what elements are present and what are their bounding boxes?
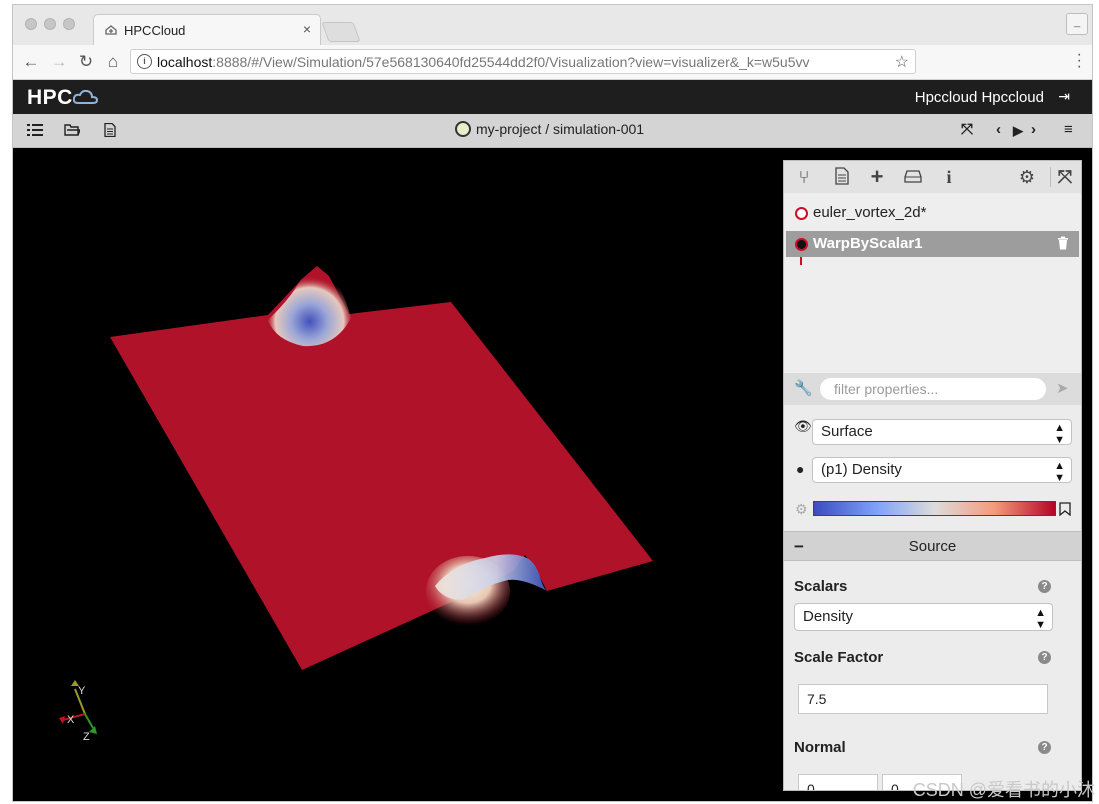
apply-send-icon[interactable]: ➤ [1056,379,1069,397]
svg-text:Z: Z [83,731,90,743]
cloud-logo-icon [72,89,98,104]
help-icon[interactable]: ? [1038,741,1051,754]
filter-properties-input[interactable]: filter properties... [820,378,1046,400]
help-icon[interactable]: ? [1038,651,1051,664]
logout-icon[interactable]: ⇥ [1058,88,1070,105]
tab-strip: HPCCloud × _ [13,5,1092,45]
tab-close-icon[interactable]: × [303,21,311,37]
hpccloud-logo[interactable]: HPC [27,86,99,110]
home-icon[interactable]: ⌂ [102,51,124,73]
source-section-header[interactable]: − Source [784,531,1081,561]
color-drop-icon: ● [796,461,805,477]
normal-x-input[interactable]: 0 [798,774,878,790]
file-icon[interactable] [832,167,852,187]
app-toolbar: my-project / simulation-001 ⤧ ‹ ▶ › ≡ [13,114,1092,148]
bookmark-star-icon[interactable]: ☆ [895,52,909,72]
pipeline-panel: ⑂ + i ⚙ ⤧ euler_vortex_2d* WarpByScalar1 [783,160,1082,791]
document-icon[interactable] [102,123,118,137]
panel-toolbar: ⑂ + i ⚙ ⤧ [784,161,1081,194]
filter-row: 🔧 filter properties... ➤ [784,373,1081,405]
properties-area: 👁 Surface ▲ ▼ ● (p1) Density ▲ ▼ ⚙ − Source … [784,405,1081,790]
cloud-favicon-icon [105,25,117,35]
url-text[interactable]: localhost:8888/#/View/Simulation/57e5681… [157,54,810,70]
scalars-label: Scalars [794,578,848,595]
collapse-panel-icon[interactable]: ⤧ [1050,167,1075,187]
pipeline-node-icon [795,238,808,251]
orientation-axes-widget: Y X Z [59,680,97,743]
pipeline-item-warpbyscalar[interactable]: WarpByScalar1 [786,231,1079,257]
colormap-settings-icon[interactable]: ⚙ [795,501,808,518]
tab-title: HPCCloud [124,23,186,38]
watermark-text: CSDN @爱看书的小沐 [912,780,1095,800]
normal-label: Normal [794,739,846,756]
status-indicator-icon [455,121,471,137]
reload-icon[interactable]: ↻ [75,51,97,73]
project-breadcrumb[interactable]: my-project / simulation-001 [455,121,644,137]
surface-plane [110,266,653,670]
info-icon[interactable]: i [939,167,959,187]
scalars-select[interactable]: Density ▲ ▼ [794,603,1053,631]
window-restore-button[interactable]: _ [1066,13,1088,35]
colormap-bar[interactable] [813,501,1056,516]
help-icon[interactable]: ? [1038,580,1051,593]
list-icon[interactable] [27,123,43,137]
wrench-icon: 🔧 [794,380,813,397]
info-icon[interactable]: i [137,54,152,69]
address-bar[interactable]: i localhost:8888/#/View/Simulation/57e56… [130,49,916,74]
user-name[interactable]: Hpccloud Hpccloud [915,89,1044,106]
zoom-window-button[interactable] [63,18,75,30]
add-filter-icon[interactable]: + [867,166,887,188]
new-tab-button[interactable] [321,22,361,42]
next-icon[interactable]: › [1031,121,1036,138]
pipeline-list: euler_vortex_2d* WarpByScalar1 [784,193,1081,373]
pipeline-node-icon [795,207,808,220]
svg-text:X: X [67,714,75,726]
scale-factor-input[interactable]: 7.5 [798,684,1048,714]
hamburger-menu-icon[interactable]: ≡ [1064,121,1073,138]
folder-open-icon[interactable] [64,123,80,137]
browser-tab[interactable]: HPCCloud × [93,14,321,45]
minimize-window-button[interactable] [44,18,56,30]
app-header: HPC Hpccloud Hpccloud ⇥ [13,80,1092,114]
pipeline-tree-icon[interactable]: ⑂ [794,167,814,187]
back-arrow-icon[interactable]: ← [20,51,42,73]
previous-icon[interactable]: ‹ [996,121,1001,138]
color-by-select[interactable]: (p1) Density ▲ ▼ [812,457,1072,484]
fullscreen-icon[interactable]: ⤧ [961,121,973,138]
trash-icon[interactable] [1057,236,1069,250]
browser-menu-icon[interactable]: · · · [1077,47,1082,75]
pipeline-item-euler-vortex[interactable]: euler_vortex_2d* [786,200,1079,226]
navigation-bar: ← → ↻ ⌂ i localhost:8888/#/View/Simulati… [13,45,1092,80]
eye-icon[interactable]: 👁 [794,418,812,435]
forward-arrow-icon[interactable]: → [48,51,70,73]
close-window-button[interactable] [25,18,37,30]
scale-factor-label: Scale Factor [794,649,884,666]
browser-window: HPCCloud × _ ← → ↻ ⌂ i localhost:8888/#/… [12,4,1093,802]
play-icon[interactable]: ▶ [1013,123,1023,139]
settings-gears-icon[interactable]: ⚙ [1017,167,1037,187]
bookmark-icon[interactable] [1059,502,1071,516]
storage-drive-icon[interactable] [903,167,923,187]
svg-text:Y: Y [78,685,86,697]
warped-surface-render[interactable]: Y X Z [13,148,783,801]
representation-select[interactable]: Surface ▲ ▼ [812,419,1072,446]
